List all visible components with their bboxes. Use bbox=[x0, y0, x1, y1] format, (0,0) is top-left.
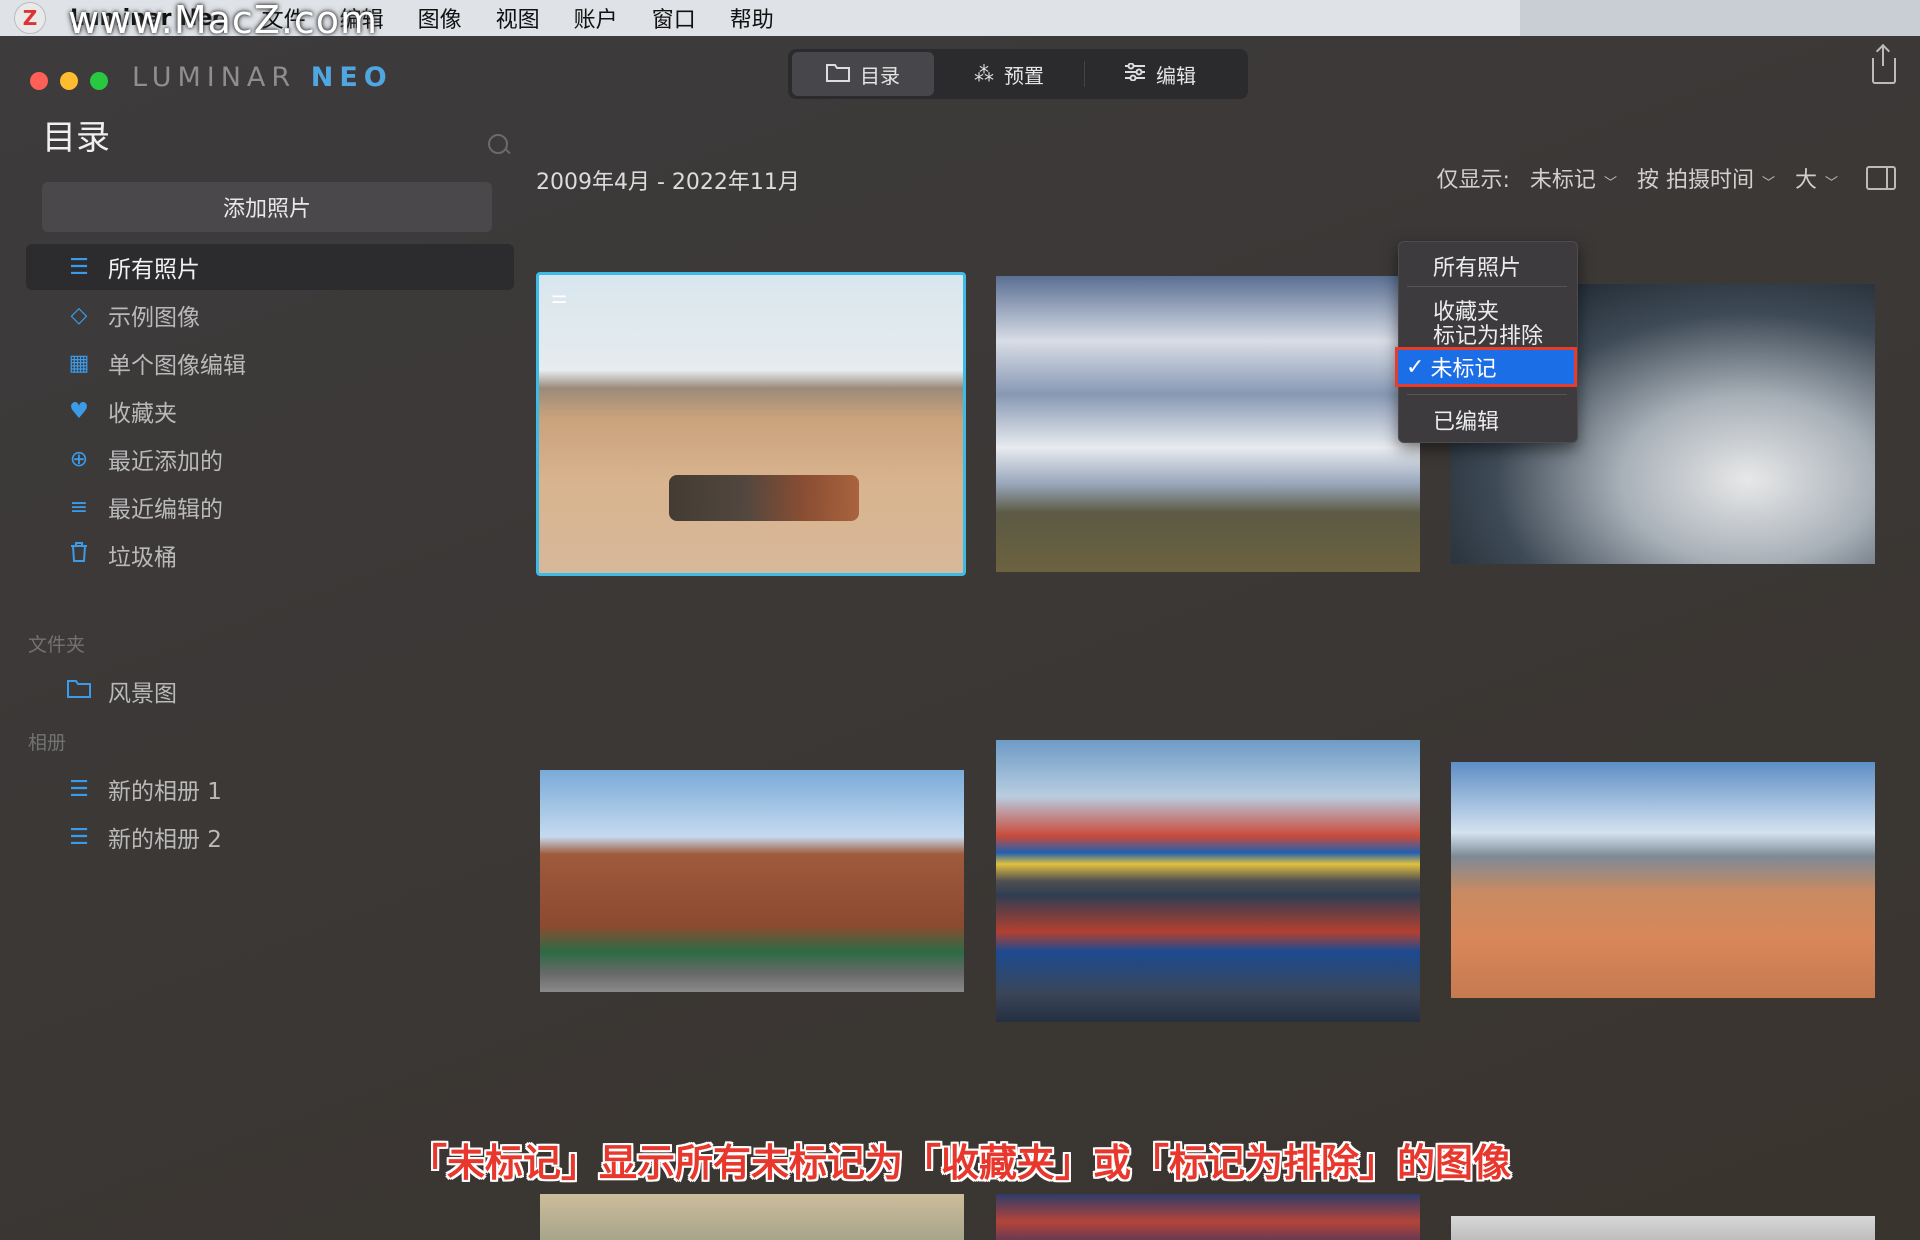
tab-edit[interactable]: 编辑 bbox=[1085, 52, 1235, 96]
tab-presets[interactable]: ⁂ 预置 bbox=[934, 52, 1084, 96]
show-only-dropdown[interactable]: 未标记 ﹀ bbox=[1530, 162, 1617, 194]
edited-badge-icon: ⚌ bbox=[551, 287, 568, 308]
thumbnail-brick-street[interactable] bbox=[540, 770, 964, 992]
album-icon: ☰ bbox=[69, 824, 89, 850]
sidebar-item-favorites[interactable]: ♥ 收藏夹 bbox=[26, 388, 514, 434]
album-icon: ☰ bbox=[69, 776, 89, 802]
graduation-cap-icon: ◇ bbox=[70, 302, 88, 328]
sidebar-item-label: 新的相册 1 bbox=[108, 779, 222, 805]
magic-wand-icon: ⁂ bbox=[974, 62, 994, 86]
sidebar-item-label: 示例图像 bbox=[108, 305, 200, 331]
thumbnail-partial-1[interactable] bbox=[540, 1194, 964, 1240]
folder-icon bbox=[66, 678, 92, 704]
sort-dropdown[interactable]: 按 拍摄时间 ﹀ bbox=[1637, 162, 1775, 194]
menu-view[interactable]: 视图 bbox=[496, 2, 540, 34]
sidebar-item-album-2[interactable]: ☰ 新的相册 2 bbox=[26, 814, 514, 860]
thumbnail-partial-3[interactable] bbox=[1451, 1216, 1875, 1240]
albums-list: ☰ 新的相册 1 ☰ 新的相册 2 bbox=[26, 766, 514, 862]
trash-icon bbox=[66, 541, 92, 569]
chevron-down-icon: ﹀ bbox=[1603, 176, 1617, 191]
app-window: LUMINAR NEO 目录 ⁂ 预置 编辑 目录 添加照片 ☰ 所有照片 ◇ … bbox=[0, 36, 1920, 1240]
sidebar-item-label: 风景图 bbox=[108, 681, 177, 707]
share-icon[interactable] bbox=[1872, 46, 1896, 84]
menu-window[interactable]: 窗口 bbox=[652, 2, 696, 34]
date-range: 2009年4月 - 2022年11月 bbox=[536, 170, 800, 195]
tab-catalog[interactable]: 目录 bbox=[792, 52, 934, 96]
sidebar-item-folder-landscape[interactable]: 风景图 bbox=[26, 668, 514, 714]
thumbnail-colorful-houses-reflection[interactable] bbox=[996, 740, 1420, 1022]
sort-value: 按 拍摄时间 bbox=[1636, 168, 1754, 193]
menu-item-unmarked[interactable]: ✓ 未标记 bbox=[1395, 347, 1577, 387]
heart-icon: ♥ bbox=[69, 398, 89, 424]
menu-image[interactable]: 图像 bbox=[418, 2, 462, 34]
folders-section-label: 文件夹 bbox=[28, 634, 86, 656]
menu-item-all-photos[interactable]: 所有照片 bbox=[1433, 250, 1521, 282]
thumbnail-canyon-landscape[interactable] bbox=[1451, 762, 1875, 998]
cows-shape bbox=[669, 475, 859, 521]
sidebar-item-all-photos[interactable]: ☰ 所有照片 bbox=[26, 244, 514, 290]
show-only-value: 未标记 bbox=[1529, 168, 1596, 193]
sidebar-panel-toggle-icon[interactable] bbox=[1866, 166, 1896, 190]
tab-presets-label: 预置 bbox=[1004, 63, 1044, 88]
show-only-label: 仅显示: bbox=[1436, 168, 1510, 193]
menu-help[interactable]: 帮助 bbox=[730, 2, 774, 34]
thumbnail-size-dropdown[interactable]: 大 ﹀ bbox=[1795, 162, 1838, 194]
sidebar-item-label: 新的相册 2 bbox=[108, 827, 222, 853]
thumbnail-cows-desert[interactable]: ⚌ bbox=[536, 272, 966, 576]
grid-icon: ▦ bbox=[68, 350, 90, 376]
chevron-down-icon: ﹀ bbox=[1824, 176, 1838, 191]
sidebar-item-label: 最近编辑的 bbox=[108, 497, 223, 523]
sidebar-item-recently-edited[interactable]: ≡ 最近编辑的 bbox=[26, 484, 514, 530]
sidebar-item-sample-images[interactable]: ◇ 示例图像 bbox=[26, 292, 514, 338]
filter-bar: 仅显示: 未标记 ﹀ 按 拍摄时间 ﹀ 大 ﹀ bbox=[1436, 162, 1896, 194]
sidebar-item-trash[interactable]: 垃圾桶 bbox=[26, 532, 514, 578]
add-photos-button[interactable]: 添加照片 bbox=[42, 182, 492, 232]
zoom-window-button[interactable] bbox=[90, 72, 108, 90]
folder-icon bbox=[826, 62, 850, 87]
stack-icon: ☰ bbox=[69, 254, 89, 280]
checkmark-icon: ✓ bbox=[1406, 354, 1425, 380]
menubar-status-area bbox=[1520, 0, 1920, 36]
macz-logo-icon: Z bbox=[14, 2, 46, 34]
app-brand-logo: LUMINAR NEO bbox=[132, 62, 393, 93]
tab-edit-label: 编辑 bbox=[1156, 63, 1196, 88]
sidebar-item-label: 单个图像编辑 bbox=[108, 353, 246, 379]
search-icon[interactable] bbox=[488, 134, 508, 154]
thumbnail-partial-2[interactable] bbox=[996, 1194, 1420, 1240]
brand-luminar: LUMINAR bbox=[132, 62, 297, 93]
menu-divider bbox=[1407, 394, 1567, 395]
tutorial-caption: 「未标记」显示所有未标记为「收藏夹」或「标记为排除」的图像 bbox=[408, 1141, 1511, 1185]
window-controls bbox=[30, 72, 108, 90]
sidebar-item-recently-added[interactable]: ⊕ 最近添加的 bbox=[26, 436, 514, 482]
menu-item-edited[interactable]: 已编辑 bbox=[1433, 404, 1499, 436]
thumbnail-size-value: 大 bbox=[1794, 168, 1817, 193]
menu-account[interactable]: 账户 bbox=[574, 2, 618, 34]
sliders-icon bbox=[1124, 62, 1146, 86]
sidebar-item-label: 垃圾桶 bbox=[108, 545, 177, 571]
sidebar-nav: ☰ 所有照片 ◇ 示例图像 ▦ 单个图像编辑 ♥ 收藏夹 ⊕ 最近添加的 ≡ 最… bbox=[26, 244, 514, 580]
close-window-button[interactable] bbox=[30, 72, 48, 90]
sliders-icon: ≡ bbox=[69, 494, 89, 520]
plus-circle-icon: ⊕ bbox=[69, 446, 89, 472]
sidebar-item-album-1[interactable]: ☰ 新的相册 1 bbox=[26, 766, 514, 812]
tab-catalog-label: 目录 bbox=[860, 63, 900, 88]
minimize-window-button[interactable] bbox=[60, 72, 78, 90]
albums-section-label: 相册 bbox=[28, 732, 67, 754]
thumbnail-clouds-field[interactable] bbox=[996, 276, 1420, 572]
sidebar-item-single-edits[interactable]: ▦ 单个图像编辑 bbox=[26, 340, 514, 386]
show-only-menu: 所有照片 收藏夹 标记为排除 ✓ 未标记 已编辑 bbox=[1395, 241, 1578, 443]
menu-divider bbox=[1407, 286, 1567, 287]
sidebar-item-label: 最近添加的 bbox=[108, 449, 223, 475]
folders-list: 风景图 bbox=[26, 668, 514, 716]
sidebar-item-label: 所有照片 bbox=[108, 257, 200, 283]
chevron-down-icon: ﹀ bbox=[1761, 176, 1775, 191]
sidebar: 目录 添加照片 ☰ 所有照片 ◇ 示例图像 ▦ 单个图像编辑 ♥ 收藏夹 ⊕ 最… bbox=[0, 98, 520, 1238]
menu-item-rejected[interactable]: 标记为排除 bbox=[1433, 318, 1543, 350]
sidebar-item-label: 收藏夹 bbox=[108, 401, 177, 427]
brand-neo: NEO bbox=[310, 62, 393, 93]
top-navigation: 目录 ⁂ 预置 编辑 bbox=[788, 49, 1248, 99]
watermark: www.MacZ.com bbox=[68, 0, 379, 42]
menu-item-unmarked-label: 未标记 bbox=[1430, 357, 1497, 382]
sidebar-title: 目录 bbox=[42, 118, 110, 158]
